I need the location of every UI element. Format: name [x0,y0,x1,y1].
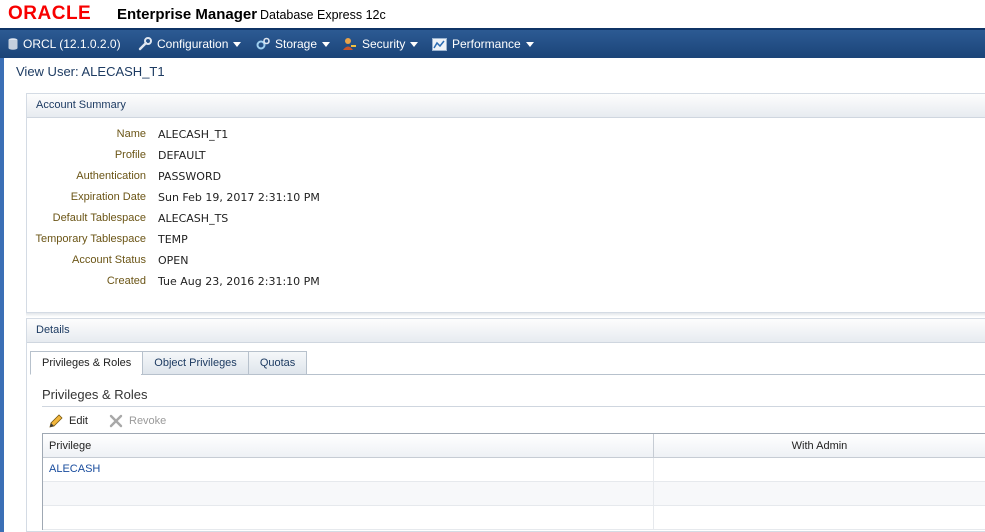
field-created: Created [0,275,146,291]
field-value: ALECASH_T1 [158,128,229,141]
field-label: Authentication [76,170,146,182]
details-tabs: Privileges & Roles Object Privileges Quo… [30,351,308,375]
tab-privileges-roles[interactable]: Privileges & Roles [30,351,144,375]
chevron-down-icon [410,41,419,47]
panel-divider [26,313,985,317]
main-nav: ORCL (12.1.0.2.0) Configuration Storage … [0,28,985,58]
revoke-label: Revoke [129,415,167,427]
field-account-status: Account Status [0,254,146,270]
nav-storage-label: Storage [275,37,318,51]
nav-security-label: Security [362,37,406,51]
nav-configuration[interactable]: Configuration [138,30,242,58]
field-label: Temporary Tablespace [35,233,146,245]
field-value: Sun Feb 19, 2017 2:31:10 PM [158,191,320,204]
table-header: Privilege With Admin [43,434,985,458]
nav-performance[interactable]: Performance [432,30,534,58]
field-value: ALECASH_TS [158,212,229,225]
privilege-cell-empty [43,506,654,529]
with-admin-cell-empty [654,506,985,529]
field-temporary-tablespace: Temporary Tablespace [0,233,146,249]
field-profile: Profile [0,149,146,165]
nav-storage[interactable]: Storage [256,30,331,58]
column-header-privilege[interactable]: Privilege [43,434,654,457]
edit-button[interactable]: Edit [48,412,88,430]
privilege-cell[interactable]: ALECASH [43,458,654,481]
nav-performance-label: Performance [452,37,521,51]
field-name: Name [0,128,146,144]
field-expiration-date: Expiration Date [0,191,146,207]
page-title: View User: ALECASH_T1 [16,64,165,79]
section-divider [42,406,985,407]
field-value: OPEN [158,254,189,267]
field-label: Profile [114,149,146,161]
revoke-button[interactable]: Revoke [109,412,166,430]
chevron-down-icon [525,41,534,47]
account-summary-heading: Account Summary [27,94,985,118]
nav-database-label: ORCL (12.1.0.2.0) [23,37,121,51]
field-label: Created [106,275,146,287]
edit-label: Edit [69,415,88,427]
field-authentication: Authentication [0,170,146,186]
nav-database[interactable]: ORCL (12.1.0.2.0) [8,30,121,58]
with-admin-cell-empty [654,482,985,505]
field-value: PASSWORD [158,170,222,183]
field-label: Account Status [72,254,146,266]
nav-configuration-label: Configuration [157,37,229,51]
product-name: Enterprise Manager [117,6,258,23]
with-admin-cell [654,458,985,481]
chevron-down-icon [322,41,331,47]
table-row[interactable]: ALECASH [43,458,985,482]
field-value: DEFAULT [158,149,206,162]
field-label: Default Tablespace [52,212,146,224]
close-x-icon [109,414,123,428]
pencil-icon [49,413,63,428]
field-value: TEMP [158,233,188,246]
tab-baseline [141,374,985,375]
wrench-icon [138,37,152,51]
user-key-icon [343,38,356,50]
table-row-empty [43,506,985,530]
tab-object-privileges[interactable]: Object Privileges [143,351,249,375]
field-default-tablespace: Default Tablespace [0,212,146,228]
nav-security[interactable]: Security [342,30,419,58]
details-heading: Details [27,319,985,343]
privileges-table: Privilege With Admin ALECASH [42,433,985,530]
oracle-logo: ORACLE [8,3,92,24]
chart-icon [432,37,447,51]
field-value: Tue Aug 23, 2016 2:31:10 PM [158,275,320,288]
column-header-with-admin[interactable]: With Admin [654,434,985,457]
app-header: ORACLE Enterprise Manager Database Expre… [0,0,985,28]
field-label: Expiration Date [70,191,146,203]
product-subtitle: Database Express 12c [260,8,386,22]
field-label: Name [116,128,146,140]
tab-quotas[interactable]: Quotas [248,351,308,375]
chevron-down-icon [233,41,242,47]
privilege-cell-empty [43,482,654,505]
section-title: Privileges & Roles [42,387,148,402]
gears-icon [256,37,270,50]
table-row-empty [43,482,985,506]
database-icon [8,38,18,50]
